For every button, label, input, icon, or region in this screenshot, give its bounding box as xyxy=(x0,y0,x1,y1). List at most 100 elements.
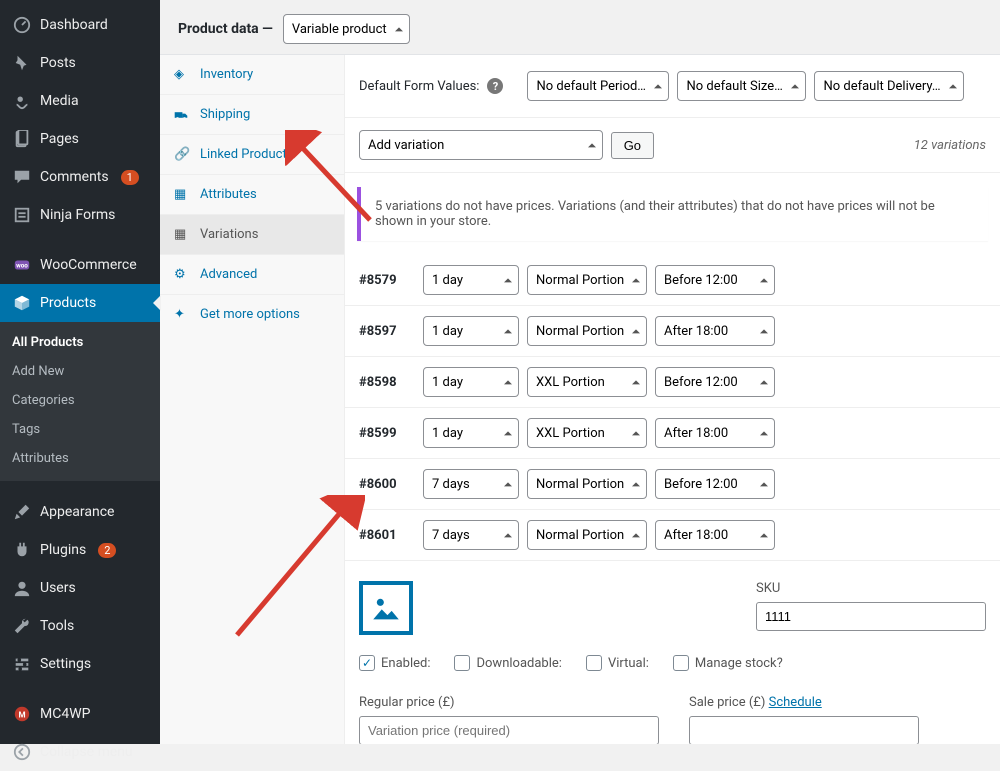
variation-period-select[interactable]: 1 day xyxy=(423,418,519,448)
variation-delivery-select[interactable]: Before 12:00 xyxy=(655,469,775,499)
sku-label: SKU xyxy=(756,581,986,596)
tab-linked-products[interactable]: 🔗 Linked Products xyxy=(160,135,344,175)
variation-count: 12 variations xyxy=(914,138,986,153)
inventory-icon: ◈ xyxy=(174,67,190,82)
submenu-add-new[interactable]: Add New xyxy=(0,357,160,386)
sidebar-item-label: Pages xyxy=(40,131,79,147)
help-icon[interactable]: ? xyxy=(487,78,503,94)
product-type-select[interactable]: Variable product xyxy=(283,14,410,44)
grid-icon: ▦ xyxy=(174,227,190,242)
variation-delivery-select[interactable]: Before 12:00 xyxy=(655,265,775,295)
sku-input[interactable] xyxy=(756,602,986,631)
variation-delivery-select[interactable]: Before 12:00 xyxy=(655,367,775,397)
submenu-all-products[interactable]: All Products xyxy=(0,328,160,357)
product-data-heading: Product data — xyxy=(178,21,273,37)
tab-label: Advanced xyxy=(200,267,257,282)
variation-size-select[interactable]: Normal Portion xyxy=(527,520,647,550)
sidebar-item-dashboard[interactable]: Dashboard xyxy=(0,6,160,44)
manage-stock-checkbox[interactable]: Manage stock? xyxy=(673,655,783,671)
wp-admin-sidebar: Dashboard Posts Media Pages Comments1 Ni… xyxy=(0,0,160,744)
variation-size-select[interactable]: Normal Portion xyxy=(527,316,647,346)
submenu-categories[interactable]: Categories xyxy=(0,386,160,415)
virtual-checkbox[interactable]: Virtual: xyxy=(586,655,649,671)
woo-icon: woo xyxy=(12,255,32,275)
sidebar-item-media[interactable]: Media xyxy=(0,82,160,120)
default-values-label: Default Form Values: xyxy=(359,79,479,94)
product-data-tabs: ◈Inventory Shipping 🔗Linked Products ▦At… xyxy=(160,55,345,744)
sidebar-item-label: Comments xyxy=(40,169,109,185)
variation-period-select[interactable]: 7 days xyxy=(423,520,519,550)
go-button[interactable]: Go xyxy=(611,132,654,159)
variation-period-select[interactable]: 1 day xyxy=(423,367,519,397)
variation-period-select[interactable]: 7 days xyxy=(423,469,519,499)
checkbox-icon xyxy=(673,655,689,671)
variation-row[interactable]: #85981 dayXXL PortionBefore 12:00 xyxy=(345,357,1000,408)
tab-advanced[interactable]: ⚙Advanced xyxy=(160,255,344,295)
tab-shipping[interactable]: Shipping xyxy=(160,95,344,135)
sidebar-item-pages[interactable]: Pages xyxy=(0,120,160,158)
default-delivery-select[interactable]: No default Delivery… xyxy=(814,71,964,101)
variation-row[interactable]: #8597 1 day Normal Portion After 18:00 xyxy=(345,306,1000,357)
downloadable-checkbox[interactable]: Downloadable: xyxy=(454,655,561,671)
regular-price-input[interactable] xyxy=(359,716,659,744)
variation-detail: SKU ✓Enabled: Downloadable: Virtual: Man… xyxy=(345,561,1000,744)
sidebar-item-appearance[interactable]: Appearance xyxy=(0,493,160,531)
sidebar-item-users[interactable]: Users xyxy=(0,569,160,607)
wrench-icon xyxy=(12,616,32,636)
variation-size-select[interactable]: Normal Portion xyxy=(527,469,647,499)
product-icon xyxy=(12,293,32,313)
tab-attributes[interactable]: ▦Attributes xyxy=(160,175,344,215)
brush-icon xyxy=(12,502,32,522)
schedule-link[interactable]: Schedule xyxy=(769,695,822,710)
tab-inventory[interactable]: ◈Inventory xyxy=(160,55,344,95)
product-data-header: Product data — Variable product xyxy=(160,0,1000,54)
default-size-select[interactable]: No default Size… xyxy=(677,71,806,101)
form-icon xyxy=(12,205,32,225)
sidebar-item-plugins[interactable]: Plugins2 xyxy=(0,531,160,569)
submenu-attributes[interactable]: Attributes xyxy=(0,444,160,473)
variation-id: #8601 xyxy=(359,528,415,543)
sidebar-item-tools[interactable]: Tools xyxy=(0,607,160,645)
tab-variations[interactable]: ▦ Variations xyxy=(160,215,344,255)
sidebar-collapse[interactable]: Collapse menu xyxy=(0,733,160,771)
sidebar-item-label: Users xyxy=(40,580,76,596)
variation-row[interactable]: #85791 dayNormal PortionBefore 12:00 xyxy=(345,255,1000,306)
sidebar-item-label: Posts xyxy=(40,55,76,71)
sidebar-item-woocommerce[interactable]: wooWooCommerce xyxy=(0,246,160,284)
sidebar-item-posts[interactable]: Posts xyxy=(0,44,160,82)
sidebar-item-products[interactable]: Products xyxy=(0,284,160,322)
sale-price-label: Sale price (£) Schedule xyxy=(689,695,919,710)
sidebar-item-settings[interactable]: Settings xyxy=(0,645,160,683)
settings-icon xyxy=(12,654,32,674)
variation-size-select[interactable]: Normal Portion xyxy=(527,265,647,295)
sidebar-item-mc4wp[interactable]: MMC4WP xyxy=(0,695,160,733)
tab-label: Variations xyxy=(200,227,258,242)
sidebar-item-label: Collapse menu xyxy=(40,744,133,760)
sidebar-item-ninja-forms[interactable]: Ninja Forms xyxy=(0,196,160,234)
sidebar-item-comments[interactable]: Comments1 xyxy=(0,158,160,196)
variation-id: #8599 xyxy=(359,426,415,441)
tab-label: Linked Products xyxy=(200,147,293,162)
variation-size-select[interactable]: XXL Portion xyxy=(527,418,647,448)
variation-period-select[interactable]: 1 day xyxy=(423,265,519,295)
variation-row[interactable]: #8601 7 days Normal Portion After 18:00 xyxy=(345,510,1000,561)
variation-delivery-select[interactable]: After 18:00 xyxy=(655,418,775,448)
sidebar-item-label: Dashboard xyxy=(40,17,108,33)
variation-image-upload[interactable] xyxy=(359,581,413,635)
tab-label: Attributes xyxy=(200,187,257,202)
default-period-select[interactable]: No default Period… xyxy=(527,71,669,101)
variation-delivery-select[interactable]: After 18:00 xyxy=(655,316,775,346)
enabled-checkbox[interactable]: ✓Enabled: xyxy=(359,655,430,671)
variation-period-select[interactable]: 1 day xyxy=(423,316,519,346)
variation-row[interactable]: #86007 daysNormal PortionBefore 12:00 xyxy=(345,459,1000,510)
truck-icon xyxy=(174,108,190,122)
link-icon: 🔗 xyxy=(174,147,190,162)
sale-price-input[interactable] xyxy=(689,716,919,744)
variation-row[interactable]: #8599 1 day XXL Portion After 18:00 xyxy=(345,408,1000,459)
variation-delivery-select[interactable]: After 18:00 xyxy=(655,520,775,550)
variation-size-select[interactable]: XXL Portion xyxy=(527,367,647,397)
tab-get-more[interactable]: ✦Get more options xyxy=(160,295,344,334)
variation-action-select[interactable]: Add variation xyxy=(359,130,603,160)
submenu-tags[interactable]: Tags xyxy=(0,415,160,444)
variation-id: #8597 xyxy=(359,324,415,339)
